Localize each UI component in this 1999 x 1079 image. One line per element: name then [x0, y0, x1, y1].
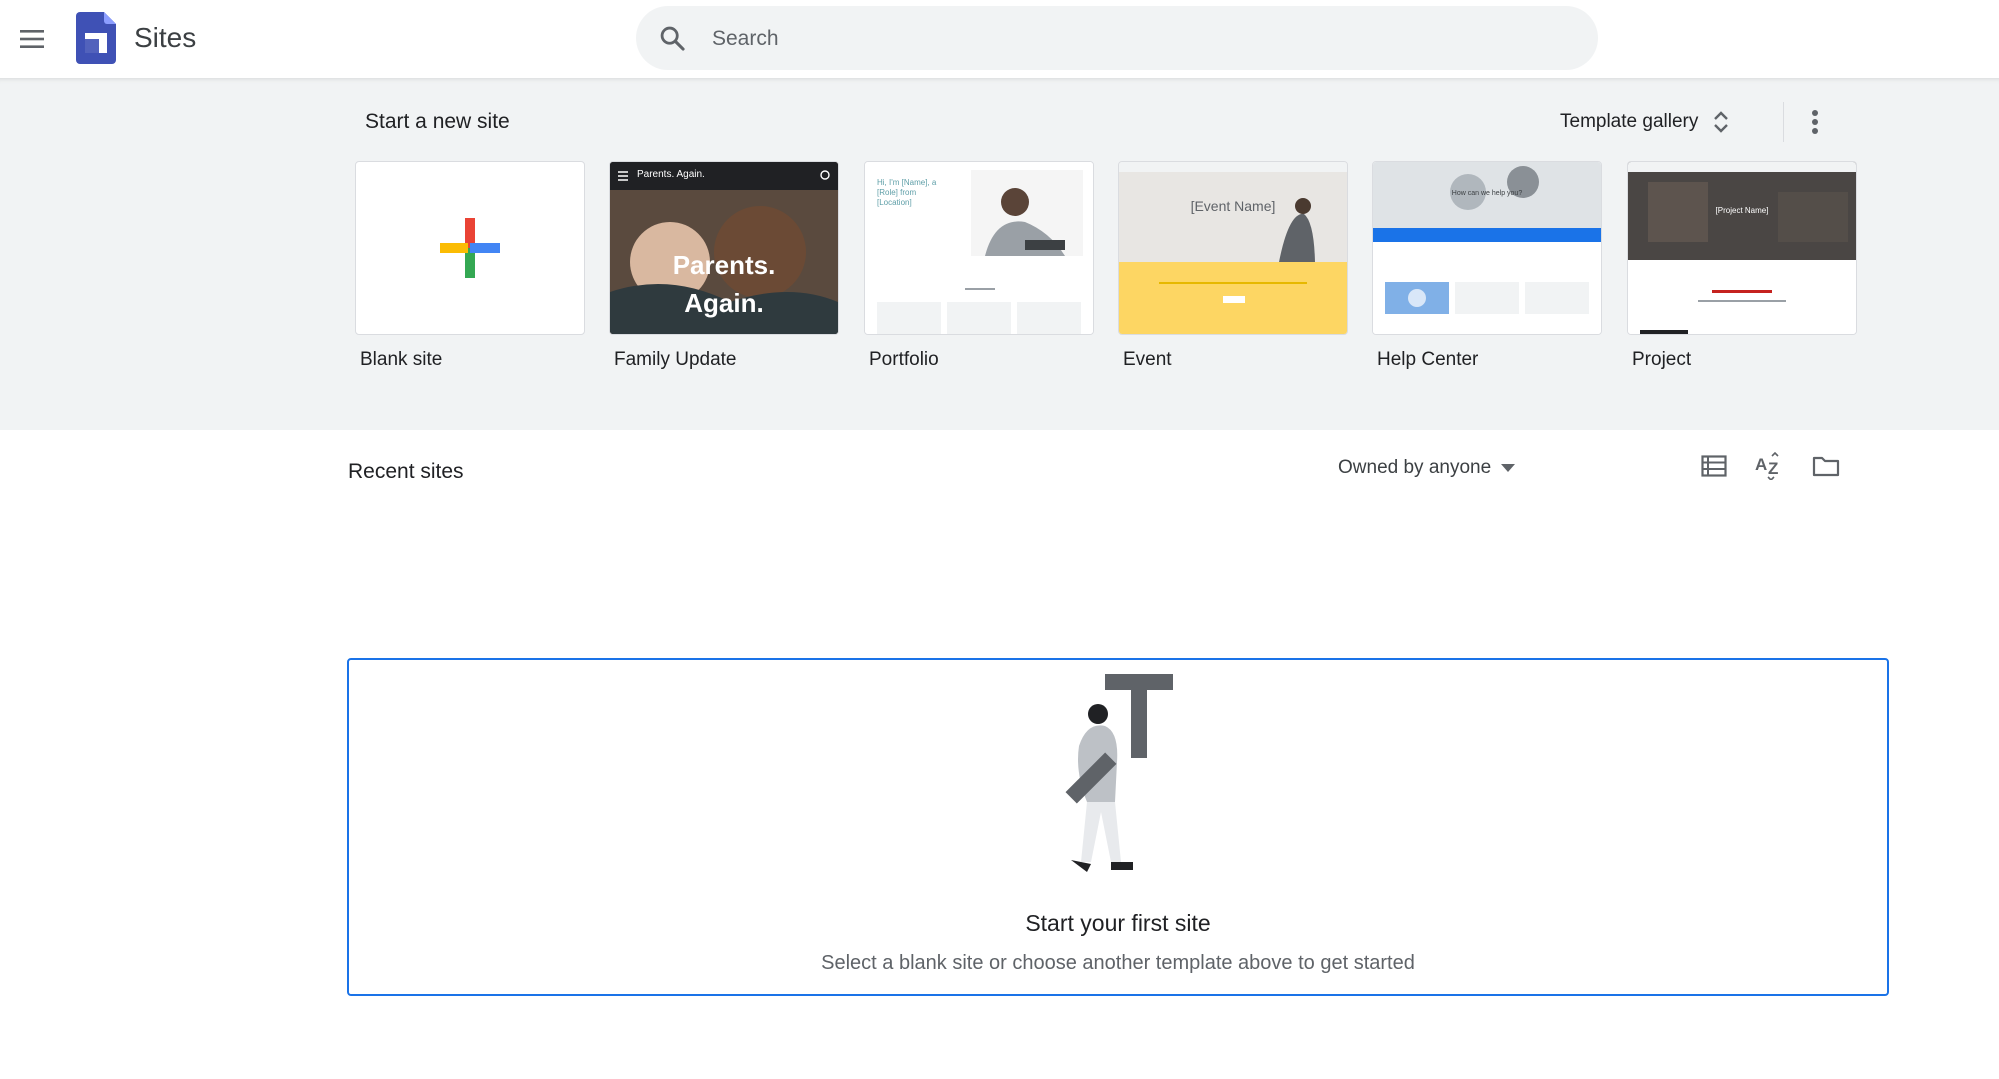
template-thumbnail[interactable]: Parents. Again. Parents. Again. [609, 161, 839, 335]
arrow-drop-down-icon [1501, 464, 1516, 472]
template-family-update[interactable]: Parents. Again. Parents. Again. Family U… [609, 161, 839, 371]
thumb-text: How can we help you? [1451, 190, 1523, 197]
template-thumbnail[interactable]: How can we help you? [1372, 161, 1602, 335]
template-project[interactable]: [Project Name] Project [1627, 161, 1857, 371]
help-center-preview-image [1373, 162, 1601, 334]
sort-button[interactable]: A Z [1752, 448, 1788, 484]
template-help-center[interactable]: How can we help you? Help Center [1372, 161, 1602, 371]
template-label[interactable]: Blank site [355, 349, 585, 371]
template-thumbnail[interactable]: Hi, I'm [Name], a [Role] from [Location] [864, 161, 1094, 335]
section-title: Start a new site [365, 110, 510, 133]
sites-logo-icon[interactable] [76, 12, 116, 64]
main-menu-button[interactable] [14, 21, 50, 57]
template-gallery-button[interactable]: Template gallery [1560, 100, 1730, 144]
open-file-picker-button[interactable] [1808, 448, 1844, 484]
thumb-text-line-2: Again. [684, 288, 764, 318]
thumb-text: [Event Name] [1190, 198, 1276, 214]
search-icon[interactable] [658, 24, 686, 52]
sort-az-icon: A Z [1755, 452, 1779, 480]
svg-text:A: A [1755, 455, 1767, 474]
folder-icon [1812, 456, 1840, 477]
thumb-text-line-1: Parents. [672, 250, 776, 280]
template-blank-site[interactable]: Blank site [355, 161, 585, 371]
thumb-text: Hi, I'm [Name], a [Role] from [Location] [877, 178, 937, 207]
empty-state-title: Start your first site [1025, 910, 1211, 936]
template-label[interactable]: Event [1118, 349, 1348, 371]
owner-filter-dropdown[interactable]: Owned by anyone [1338, 452, 1516, 484]
app-title[interactable]: Sites [134, 20, 196, 56]
more-vert-icon [1812, 110, 1818, 134]
template-thumbnail[interactable] [355, 161, 585, 335]
template-event[interactable]: [Event Name] Event [1118, 161, 1348, 371]
list-view-icon [1701, 455, 1727, 477]
start-new-site-section: Start a new site Template gallery Blank … [0, 78, 1999, 430]
template-label[interactable]: Family Update [609, 349, 839, 371]
list-view-button[interactable] [1696, 448, 1732, 484]
person-carrying-letter-t-illustration [1065, 674, 1173, 872]
unfold-more-icon [1714, 111, 1729, 133]
empty-state-subtitle: Select a blank site or choose another te… [821, 952, 1415, 974]
toolbar-divider [1783, 102, 1784, 142]
template-label[interactable]: Portfolio [864, 349, 1094, 371]
template-portfolio[interactable]: Hi, I'm [Name], a [Role] from [Location]… [864, 161, 1094, 371]
more-options-button[interactable] [1795, 100, 1835, 144]
top-app-bar: Sites [0, 0, 1999, 78]
plus-icon [440, 218, 500, 278]
project-preview-image [1628, 162, 1856, 334]
template-label[interactable]: Project [1627, 349, 1857, 371]
thumb-heading: Parents. Again. [637, 169, 705, 180]
search-bar[interactable] [636, 6, 1598, 70]
owner-filter-label: Owned by anyone [1338, 457, 1492, 478]
thumb-text: Parents. Again. [610, 246, 838, 322]
thumb-text: [Project Name] [1715, 206, 1769, 215]
search-input[interactable] [710, 18, 1574, 60]
empty-state-card: Start your first site Select a blank sit… [347, 658, 1889, 996]
template-thumbnail[interactable]: [Event Name] [1118, 161, 1348, 335]
recent-sites-title: Recent sites [348, 460, 464, 483]
template-gallery-label: Template gallery [1560, 111, 1699, 132]
svg-text:Z: Z [1768, 459, 1778, 478]
template-label[interactable]: Help Center [1372, 349, 1602, 371]
template-thumbnail[interactable]: [Project Name] [1627, 161, 1857, 335]
event-preview-image [1119, 162, 1347, 334]
hamburger-menu-icon [20, 30, 44, 48]
